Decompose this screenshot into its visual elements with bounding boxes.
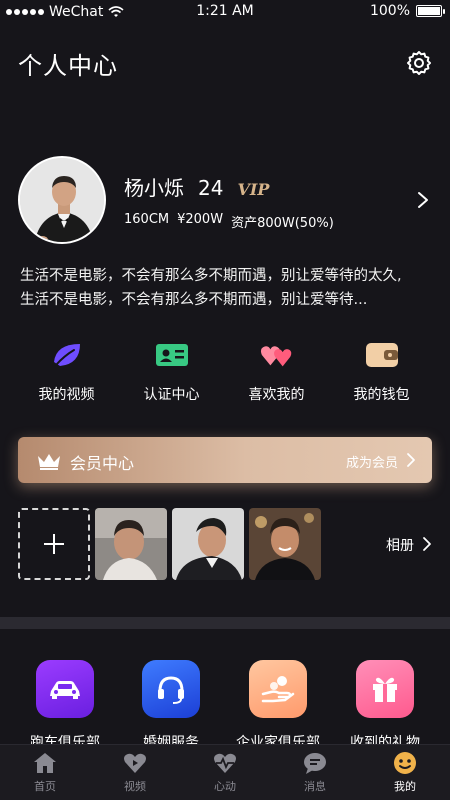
member-center-banner[interactable]: 会员中心 成为会员 [18,437,432,483]
bio-line: 生活不是电影，不会有那么多不期而遇，别让爱等待... [20,292,368,308]
album-photo[interactable] [249,508,321,580]
status-right: 100% [369,3,445,19]
tab-label: 视频 [124,780,146,793]
quick-actions: 我的视频 认证中心 喜欢我的 我的钱包 [0,340,450,404]
profile-stats: 160CM ¥200W 资产800W(50%) [124,212,334,231]
tab-label: 心动 [214,780,236,793]
album-photo[interactable] [95,508,167,580]
profile-bio: 生活不是电影，不会有那么多不期而遇，别让爱等待的太久, 生活不是电影，不会有那么… [20,264,440,312]
tab-mine[interactable]: 我的 [360,745,450,800]
profile-name-row: 杨小烁 24 VIP [124,172,269,201]
become-member-link[interactable]: 成为会员 [346,452,398,471]
bottom-tab-bar: 首页 视频 心动 消息 我的 [0,744,450,800]
wallet-icon [365,340,399,370]
tab-label: 我的 [394,780,416,793]
service-marriage[interactable]: 婚姻服务 [118,660,224,750]
profile-age: 24 [198,176,224,200]
page-title: 个人中心 [18,52,118,80]
heartbeat-icon [214,753,236,773]
tab-video[interactable]: 视频 [90,745,180,800]
video-leaf-icon [50,340,84,370]
quick-item-likes-me[interactable]: 喜欢我的 [224,340,329,404]
service-entrepreneur-club[interactable]: 企业家俱乐部 [225,660,331,750]
hand-coins-icon [249,660,307,718]
tab-messages[interactable]: 消息 [270,745,360,800]
gear-icon[interactable] [406,50,432,76]
services-grid: 跑车俱乐部 婚姻服务 企业家俱乐部 收到的礼物 [0,660,450,750]
quick-label: 我的钱包 [353,387,410,403]
bio-line: 生活不是电影，不会有那么多不期而遇，别让爱等待的太久, [20,268,402,284]
quick-label: 喜欢我的 [248,387,305,403]
home-icon [34,753,56,773]
headset-icon [142,660,200,718]
battery-percent: 100% [369,3,410,19]
album-label[interactable]: 相册 [386,535,414,555]
tab-home[interactable]: 首页 [0,745,90,800]
id-card-icon [155,340,189,370]
tab-heartbeat[interactable]: 心动 [180,745,270,800]
add-photo-button[interactable] [18,508,90,580]
chevron-right-icon[interactable] [416,190,430,210]
profile-income: ¥200W [177,212,224,227]
message-icon [304,753,326,774]
vip-badge: VIP [237,180,270,199]
quick-item-wallet[interactable]: 我的钱包 [329,340,434,404]
member-title: 会员中心 [70,454,135,473]
chevron-right-icon [407,453,415,467]
video-heart-icon [124,753,146,773]
quick-item-verification[interactable]: 认证中心 [119,340,224,404]
gift-icon [356,660,414,718]
hearts-icon [260,340,294,370]
profile-name: 杨小烁 [124,176,184,200]
profile-assets: 资产800W(50%) [231,216,334,231]
battery-icon [416,5,445,17]
section-divider [0,617,450,629]
tab-label: 首页 [34,780,56,793]
service-gifts-received[interactable]: 收到的礼物 [332,660,438,750]
status-bar: WeChat 1:21 AM 100% [0,0,450,24]
profile-icon [394,752,416,774]
car-icon [36,660,94,718]
album-photo[interactable] [172,508,244,580]
quick-item-my-videos[interactable]: 我的视频 [14,340,119,404]
chevron-right-icon[interactable] [422,536,432,552]
profile-height: 160CM [124,212,170,227]
service-sports-car-club[interactable]: 跑车俱乐部 [12,660,118,750]
quick-label: 我的视频 [38,387,95,403]
crown-icon [38,454,60,470]
avatar-photo [20,158,104,242]
tab-label: 消息 [304,780,326,793]
avatar[interactable] [18,156,106,244]
quick-label: 认证中心 [143,387,200,403]
